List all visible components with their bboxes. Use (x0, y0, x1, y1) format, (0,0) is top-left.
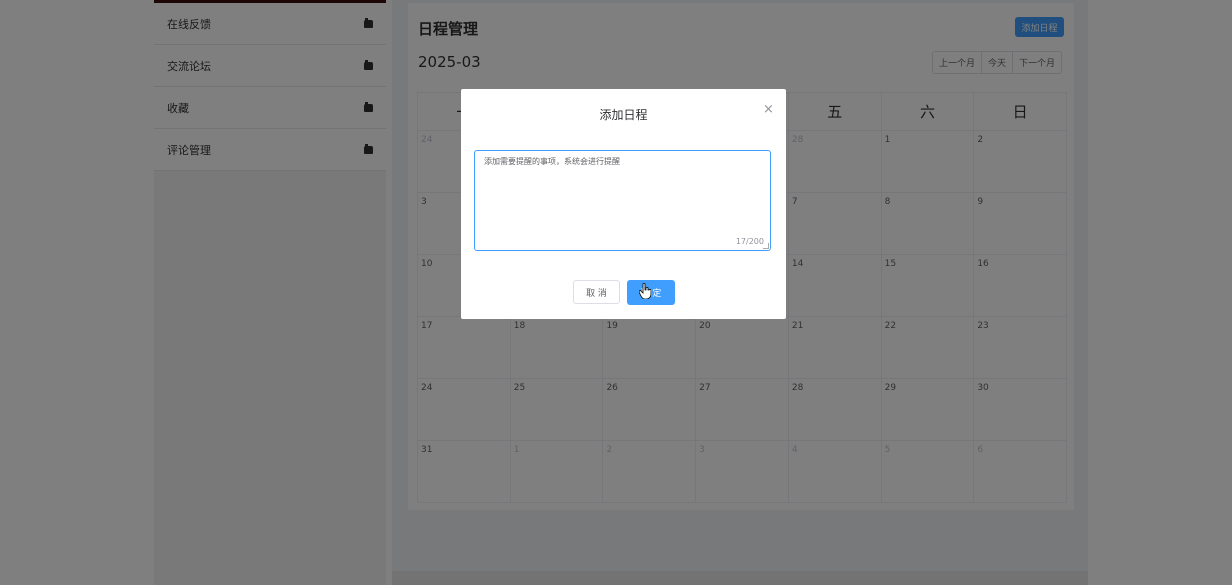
add-schedule-dialog: 添加日程 × 添加需要提醒的事项，系统会进行提醒 17/200 取 消 确 定 (461, 89, 786, 319)
dialog-title: 添加日程 (599, 108, 648, 122)
confirm-button[interactable]: 确 定 (627, 280, 675, 305)
close-icon[interactable]: × (763, 102, 774, 117)
textarea-value: 添加需要提醒的事项，系统会进行提醒 (484, 157, 620, 166)
schedule-textarea[interactable]: 添加需要提醒的事项，系统会进行提醒 17/200 (474, 150, 771, 251)
hand-cursor-icon (639, 283, 651, 299)
resize-handle-icon[interactable] (763, 243, 769, 249)
char-counter: 17/200 (735, 237, 764, 246)
cancel-button[interactable]: 取 消 (573, 280, 620, 304)
